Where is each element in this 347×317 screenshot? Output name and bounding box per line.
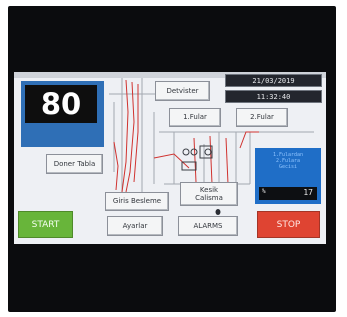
hmi-screen: 80 Detvister 21/03/2019 11:32:40 1.Fular… (14, 72, 326, 244)
ayarlar-button[interactable]: Ayarlar (107, 216, 163, 236)
stop-button[interactable]: STOP (257, 211, 320, 238)
giris-besleme-button[interactable]: Giris Besleme (105, 192, 169, 211)
date-display: 21/03/2019 (225, 74, 322, 87)
roller-icon (181, 145, 213, 171)
detwister-button[interactable]: Detvister (155, 81, 210, 101)
kesik-calisma-button[interactable]: Kesik Calisma (180, 182, 238, 206)
kesik-calisma-line1: Kesik (199, 185, 219, 194)
transfer-value-display: % 17 (259, 187, 317, 200)
transfer-status-panel: 1.Fulardan 2.Fulara Gecisi % 17 (255, 148, 321, 204)
transfer-status-label: 1.Fulardan 2.Fulara Gecisi (257, 152, 319, 170)
kesik-calisma-line2: Calisma (195, 194, 223, 202)
start-button[interactable]: START (18, 211, 73, 238)
transfer-status-line3: Gecisi (278, 164, 298, 170)
time-display: 11:32:40 (225, 90, 322, 103)
transfer-unit: % (262, 188, 266, 195)
cursor-icon (215, 209, 221, 215)
counter-panel: 80 (21, 81, 104, 147)
fular2-button[interactable]: 2.Fular (236, 108, 288, 127)
fular1-button[interactable]: 1.Fular (169, 108, 221, 127)
alarms-button[interactable]: ALARMS (178, 216, 238, 236)
counter-value: 80 (25, 85, 97, 123)
transfer-value: 17 (303, 188, 313, 197)
doner-tabla-button[interactable]: Doner Tabla (46, 154, 103, 174)
